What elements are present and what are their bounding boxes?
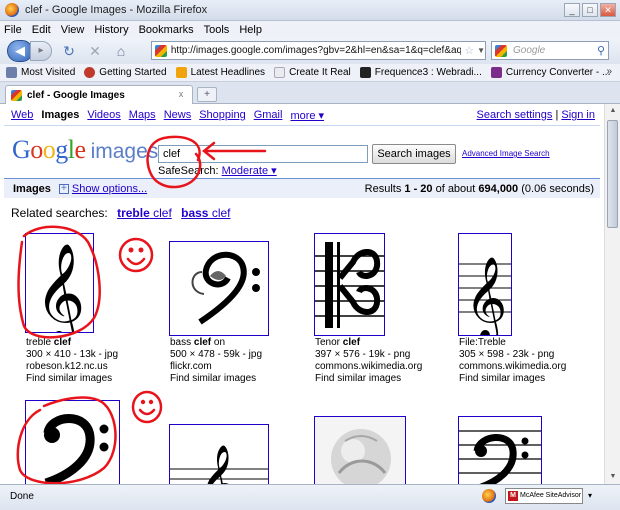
bookmark-getting-started[interactable]: Getting Started [84,67,167,78]
smiley-face-2-annotation [131,390,163,424]
stop-icon[interactable]: ✕ [86,42,104,60]
bookmark-create-it-real[interactable]: Create It Real [274,67,351,78]
url-text[interactable]: http://images.google.com/images?gbv=2&hl… [171,45,461,56]
home-icon[interactable]: ⌂ [112,42,130,60]
window-title: clef - Google Images - Mozilla Firefox [25,4,208,16]
navigation-toolbar: ◀ ▸ ↻ ✕ ⌂ http://images.google.com/image… [0,38,620,64]
treble-circle-annotation [17,225,101,339]
bookmarks-toolbar: Most Visited Getting Started Latest Head… [0,64,620,82]
tab-close-icon[interactable]: x [175,88,187,100]
tab-strip: clef - Google Images x + [0,82,620,104]
smiley-face-1-annotation [118,237,154,273]
search-icon[interactable]: ⚲ [597,44,605,57]
google-favicon-icon [11,89,22,101]
scrollbar-thumb[interactable] [607,120,618,228]
mcafee-dropdown-icon[interactable]: ▾ [588,491,592,500]
bookmark-label: Most Visited [21,67,76,78]
yahoo-icon [490,67,502,78]
search-placeholder[interactable]: Google [513,45,545,56]
bookmark-frequence3[interactable]: Frequence3 : Webradi... [359,67,482,78]
red-annotation-overlay [16,135,267,484]
forward-button[interactable]: ▸ [30,41,52,61]
reload-icon[interactable]: ↻ [60,42,78,60]
page-scrollbar[interactable]: ▲ ▼ [604,104,620,484]
address-bar[interactable]: http://images.google.com/images?gbv=2&hl… [151,41,486,60]
bookmark-label: Currency Converter - ... [505,67,611,78]
bookmark-label: Frequence3 : Webradi... [374,67,482,78]
bookmark-label: Getting Started [99,67,167,78]
bookmark-label: Create It Real [289,67,351,78]
menu-bar: File Edit View History Bookmarks Tools H… [0,21,620,38]
mcafee-siteadvisor-button[interactable]: M McAfee SiteAdvisor [505,488,583,504]
smiley-smile-1-annotation [126,257,146,266]
bookmark-currency-converter[interactable]: Currency Converter - ... [490,67,611,78]
bookmark-latest-headlines[interactable]: Latest Headlines [175,67,266,78]
tab-clef-google-images[interactable]: clef - Google Images x [5,85,193,104]
status-bar: Done M McAfee SiteAdvisor ▾ [0,484,620,510]
bookmark-star-icon[interactable]: ☆ [464,44,474,57]
rss-feed-icon [175,67,187,78]
status-text: Done [10,491,34,502]
menu-edit[interactable]: Edit [32,24,51,36]
bookmark-folder-icon [6,67,17,78]
new-tab-button[interactable]: + [197,87,217,102]
bookmarks-overflow-chevron[interactable]: » [606,66,612,77]
site-favicon-icon [155,44,167,57]
menu-history[interactable]: History [94,24,128,36]
menu-tools[interactable]: Tools [204,24,230,36]
url-dropdown-icon[interactable]: ▼ [477,46,485,55]
smiley-smile-2-annotation [138,408,156,416]
mcafee-label: McAfee SiteAdvisor [520,492,582,499]
bookmark-label: Latest Headlines [190,67,266,78]
bass-circle-annotation [16,396,117,484]
page-icon [274,67,286,78]
query-circle-annotation [146,135,202,189]
scroll-down-arrow-icon[interactable]: ▼ [605,470,620,484]
firefox-bookmark-icon [84,67,96,78]
maximize-button[interactable]: □ [582,3,598,17]
minimize-button[interactable]: _ [564,3,580,17]
tab-label: clef - Google Images [27,89,125,101]
bookmark-most-visited[interactable]: Most Visited [6,67,75,78]
firefox-icon [5,3,19,17]
menu-bookmarks[interactable]: Bookmarks [139,24,194,36]
web-search-box[interactable]: Google ⚲ [491,41,609,60]
page-content: Web Images Videos Maps News Shopping Gma… [0,104,604,484]
mcafee-icon: M [508,491,518,501]
firefox-status-icon[interactable] [482,489,496,503]
menu-file[interactable]: File [4,24,22,36]
close-window-button[interactable]: ✕ [600,3,616,17]
scroll-up-arrow-icon[interactable]: ▲ [605,104,620,118]
waveform-icon [359,67,371,78]
menu-help[interactable]: Help [239,24,262,36]
search-engine-icon[interactable] [495,44,507,57]
menu-view[interactable]: View [61,24,85,36]
window-titlebar: clef - Google Images - Mozilla Firefox _… [0,0,620,21]
